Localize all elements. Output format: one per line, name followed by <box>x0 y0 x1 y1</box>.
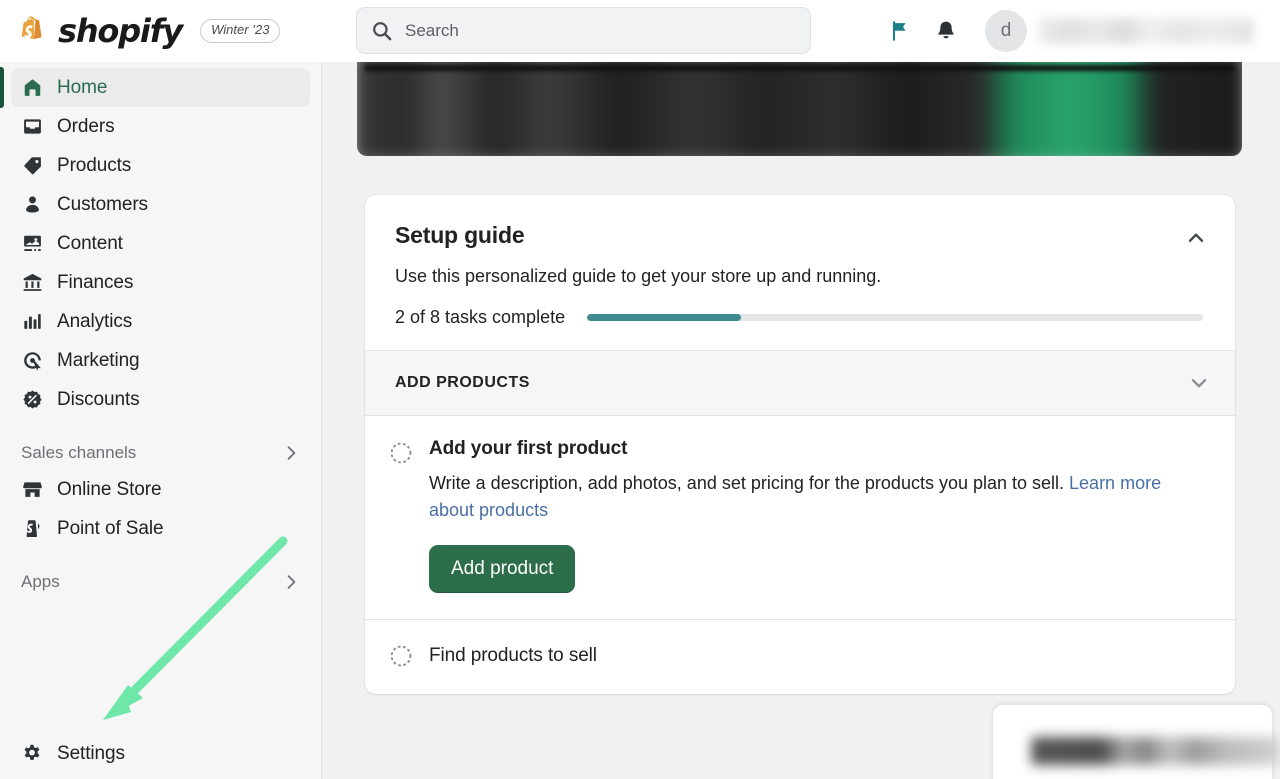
sidebar-section-apps[interactable]: Apps <box>11 565 310 599</box>
task-group-header-add-products[interactable]: ADD PRODUCTS <box>365 350 1235 416</box>
chevron-right-icon <box>282 444 300 462</box>
brand-area[interactable]: shopify Winter ’23 <box>0 0 322 62</box>
nav-spacer <box>0 419 321 436</box>
dotted-circle-icon[interactable] <box>389 644 413 668</box>
sidebar-item-label: Products <box>57 155 131 177</box>
section-label: Sales channels <box>21 443 136 463</box>
progress-fill <box>587 314 741 321</box>
top-bar: shopify Winter ’23 Search <box>0 0 1280 62</box>
megaphone-icon <box>21 350 43 372</box>
setup-progress: 2 of 8 tasks complete <box>395 307 1205 328</box>
search-area: Search <box>356 7 811 54</box>
setup-guide-subtitle: Use this personalized guide to get your … <box>395 264 1205 288</box>
nav-spacer <box>0 548 321 565</box>
topbar-actions: d <box>877 0 1280 62</box>
promo-banner-edge <box>365 65 1234 71</box>
promo-banner-redacted[interactable] <box>357 62 1242 156</box>
sidebar-item-label: Orders <box>57 116 114 138</box>
task-add-your-first-product: Add your first product Write a descripti… <box>365 416 1235 593</box>
sidebar-item-label: Discounts <box>57 389 140 411</box>
orders-icon <box>21 116 43 138</box>
avatar-initial: d <box>1001 20 1012 42</box>
chevron-right-icon <box>282 573 300 591</box>
task-group-title: ADD PRODUCTS <box>395 374 530 392</box>
sidebar-item-label: Marketing <box>57 350 140 372</box>
chat-widget-redacted[interactable] <box>975 695 1280 779</box>
shopify-admin-window: shopify Winter ’23 Search <box>0 0 1280 779</box>
flag-icon <box>888 19 912 43</box>
discount-icon <box>21 389 43 411</box>
search-placeholder: Search <box>405 21 459 41</box>
sidebar-item-discounts[interactable]: Discounts <box>11 380 310 419</box>
search-input[interactable]: Search <box>356 7 811 54</box>
chevron-up-icon <box>1186 228 1206 248</box>
promo-banner-blur <box>357 62 1242 156</box>
task-title[interactable]: Add your first product <box>429 438 1205 460</box>
setup-guide-header: Setup guide Use this personalized guide … <box>365 195 1235 350</box>
progress-label: 2 of 8 tasks complete <box>395 307 565 328</box>
setup-guide-collapse-button[interactable] <box>1179 221 1213 255</box>
store-name-redacted[interactable] <box>1039 18 1254 44</box>
flag-button[interactable] <box>877 8 923 54</box>
bank-icon <box>21 272 43 294</box>
person-icon <box>21 194 43 216</box>
sidebar-item-online-store[interactable]: Online Store <box>11 470 310 509</box>
sidebar-item-label: Analytics <box>57 311 132 333</box>
notifications-button[interactable] <box>923 8 969 54</box>
section-label: Apps <box>21 572 60 592</box>
sidebar-item-label: Online Store <box>57 479 161 501</box>
sidebar-item-settings[interactable]: Settings <box>11 734 310 773</box>
sidebar-item-customers[interactable]: Customers <box>11 185 310 224</box>
settings-area: Settings <box>0 734 321 773</box>
home-icon <box>21 77 43 99</box>
avatar[interactable]: d <box>985 10 1027 52</box>
season-badge: Winter ’23 <box>200 19 280 43</box>
task-description-text: Write a description, add photos, and set… <box>429 473 1069 493</box>
sidebar-item-orders[interactable]: Orders <box>11 107 310 146</box>
shopify-wordmark: shopify <box>58 15 182 47</box>
setup-guide-card: Setup guide Use this personalized guide … <box>365 195 1235 694</box>
sidebar-item-label: Content <box>57 233 123 255</box>
task-description: Write a description, add photos, and set… <box>429 470 1204 524</box>
dotted-circle-icon[interactable] <box>389 441 413 465</box>
sidebar-item-label: Customers <box>57 194 148 216</box>
chat-widget-blur <box>1031 737 1279 765</box>
sidebar-item-content[interactable]: Content <box>11 224 310 263</box>
add-product-button[interactable]: Add product <box>429 545 575 593</box>
search-icon <box>371 20 393 42</box>
sidebar-item-products[interactable]: Products <box>11 146 310 185</box>
sidebar-item-label: Home <box>57 77 107 99</box>
sidebar-item-label: Point of Sale <box>57 518 163 540</box>
sidebar-item-marketing[interactable]: Marketing <box>11 341 310 380</box>
task-body: Add your first product Write a descripti… <box>429 438 1205 593</box>
task-title[interactable]: Find products to sell <box>429 645 1205 667</box>
shopify-logo-icon <box>16 15 46 47</box>
sidebar-item-point-of-sale[interactable]: Point of Sale <box>11 509 310 548</box>
chevron-down-icon[interactable] <box>1189 373 1209 393</box>
task-body: Find products to sell <box>429 645 1205 667</box>
progress-track <box>587 314 1203 321</box>
pos-icon <box>21 518 43 540</box>
image-icon <box>21 233 43 255</box>
bell-icon <box>934 19 958 43</box>
sidebar-item-analytics[interactable]: Analytics <box>11 302 310 341</box>
page-title: Setup guide <box>395 222 1205 250</box>
sidebar: Home Orders Products <box>0 62 322 779</box>
sidebar-item-home[interactable]: Home <box>11 68 310 107</box>
sidebar-item-finances[interactable]: Finances <box>11 263 310 302</box>
sidebar-item-label: Settings <box>57 743 125 765</box>
chat-widget-card <box>993 705 1272 779</box>
store-icon <box>21 479 43 501</box>
task-find-products-to-sell: Find products to sell <box>365 620 1235 694</box>
sidebar-section-sales-channels[interactable]: Sales channels <box>11 436 310 470</box>
main-content: Setup guide Use this personalized guide … <box>323 62 1280 779</box>
sidebar-item-label: Finances <box>57 272 133 294</box>
gear-icon <box>21 743 43 765</box>
bar-chart-icon <box>21 311 43 333</box>
tag-icon <box>21 155 43 177</box>
